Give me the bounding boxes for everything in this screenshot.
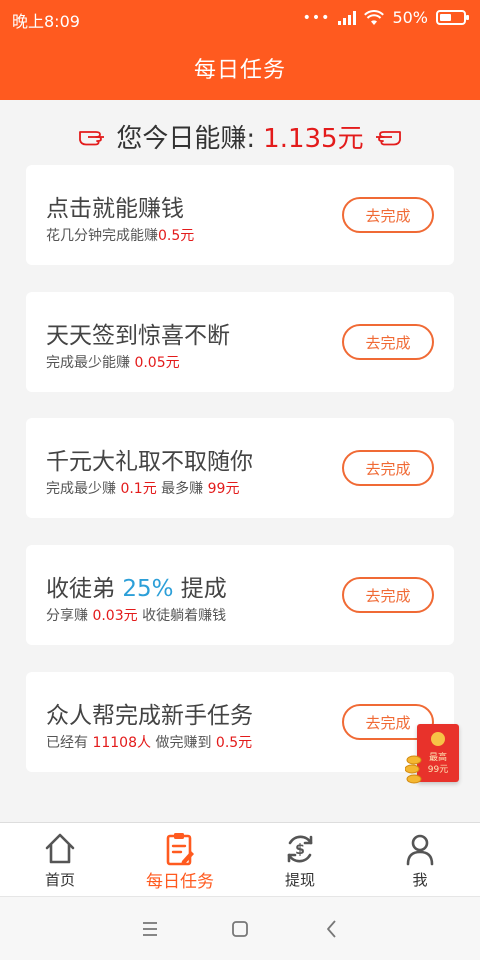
task-title-highlight: 25% [122,576,174,602]
task-subtitle: 完成最少赚 0.1元 最多赚 99元 [46,478,239,498]
red-packet-text: 最高 99元 [417,752,459,776]
pointing-hand-left-icon [375,131,401,146]
menu-icon[interactable] [138,917,162,941]
tab-label: 提现 [284,871,315,889]
more-dots-icon: ••• [302,9,331,26]
tab-label: 每日任务 [146,872,214,892]
task-sub-amount: 0.05元 [134,355,180,371]
task-sub-amount: 0.03元 [92,608,138,624]
tab-home[interactable]: 首页 [0,823,120,897]
task-subtitle: 已经有 11108人 做完赚到 0.5元 [46,732,252,752]
task-title-suffix: 提成 [173,576,227,602]
tab-label: 我 [412,871,428,889]
withdraw-money-icon: $ [287,835,313,863]
page-title: 每日任务 [193,58,286,83]
task-card: 千元大礼取不取随你 完成最少赚 0.1元 最多赚 99元 去完成 [26,418,454,518]
signal-icon [338,10,357,25]
red-packet-float-button[interactable]: 最高 99元 [405,724,461,786]
tab-me[interactable]: 我 [360,823,480,897]
header-bar: 晚上8:09 ••• 50% 每日任务 [0,0,480,100]
task-sub-text: 分享赚 [46,608,93,624]
task-title: 收徒弟 25% 提成 [46,569,227,603]
earnings-summary: 您今日能赚: 1.135元 [0,116,480,156]
tab-withdraw[interactable]: $ 提现 [240,823,360,897]
system-nav-bar [0,896,480,960]
task-card: 点击就能赚钱 花几分钟完成能赚0.5元 去完成 [26,165,454,265]
task-sub-text: 完成最少赚 [46,481,121,497]
go-complete-button[interactable]: 去完成 [342,324,434,360]
task-subtitle: 完成最少能赚 0.05元 [46,352,180,372]
go-complete-button[interactable]: 去完成 [342,450,434,486]
summary-amount: 1.135元 [263,123,364,154]
gold-coins-icon [405,755,422,784]
status-time: 晚上8:09 [12,12,80,31]
task-sub-text: 完成最少能赚 [46,355,135,371]
svg-text:$: $ [295,842,305,858]
tab-daily-tasks[interactable]: 每日任务 [120,823,240,897]
status-right: ••• 50% [302,8,469,27]
home-icon [45,833,75,864]
task-sub-text: 收徒躺着赚钱 [137,608,227,624]
red-packet-line2: 99元 [427,765,449,775]
task-sub-text: 花几分钟完成能赚 [46,228,158,244]
task-sub-amount: 99元 [207,481,240,497]
task-sub-amount: 11108人 [92,735,151,751]
status-bar: 晚上8:09 ••• 50% [0,0,480,36]
red-packet-line1: 最高 [428,753,447,763]
task-title-prefix: 收徒弟 [46,576,123,602]
task-title: 众人帮完成新手任务 [46,703,253,729]
task-card: 天天签到惊喜不断 完成最少能赚 0.05元 去完成 [26,292,454,392]
go-complete-button[interactable]: 去完成 [342,577,434,613]
task-card: 收徒弟 25% 提成 分享赚 0.03元 收徒躺着赚钱 去完成 [26,545,454,645]
battery-icon [436,10,469,25]
summary-prefix: 您今日能赚: [116,123,256,154]
battery-percent: 50% [392,8,428,27]
red-packet-icon: 最高 99元 [417,724,459,782]
task-title: 点击就能赚钱 [46,196,184,222]
task-clipboard-icon [166,833,194,866]
bottom-tab-bar: 首页 每日任务 $ 提现 我 [0,822,480,896]
pointing-hand-right-icon [79,131,105,146]
task-sub-text: 做完赚到 [151,735,216,751]
wifi-icon [364,9,385,25]
task-card: 众人帮完成新手任务 已经有 11108人 做完赚到 0.5元 去完成 [26,672,454,772]
task-subtitle: 分享赚 0.03元 收徒躺着赚钱 [46,605,226,625]
red-packet-seal [431,732,445,746]
user-icon [406,834,434,866]
home-square-icon[interactable] [228,917,252,941]
task-title: 千元大礼取不取随你 [46,449,253,475]
task-subtitle: 花几分钟完成能赚0.5元 [46,225,194,245]
go-complete-button[interactable]: 去完成 [342,197,434,233]
task-sub-text: 已经有 [46,735,93,751]
task-sub-text: 最多赚 [156,481,208,497]
task-title: 天天签到惊喜不断 [46,323,230,349]
tab-label: 首页 [44,871,75,889]
task-sub-amount: 0.1元 [120,481,157,497]
task-sub-amount: 0.5元 [158,228,195,244]
back-icon[interactable] [320,917,344,941]
task-sub-amount: 0.5元 [215,735,253,751]
